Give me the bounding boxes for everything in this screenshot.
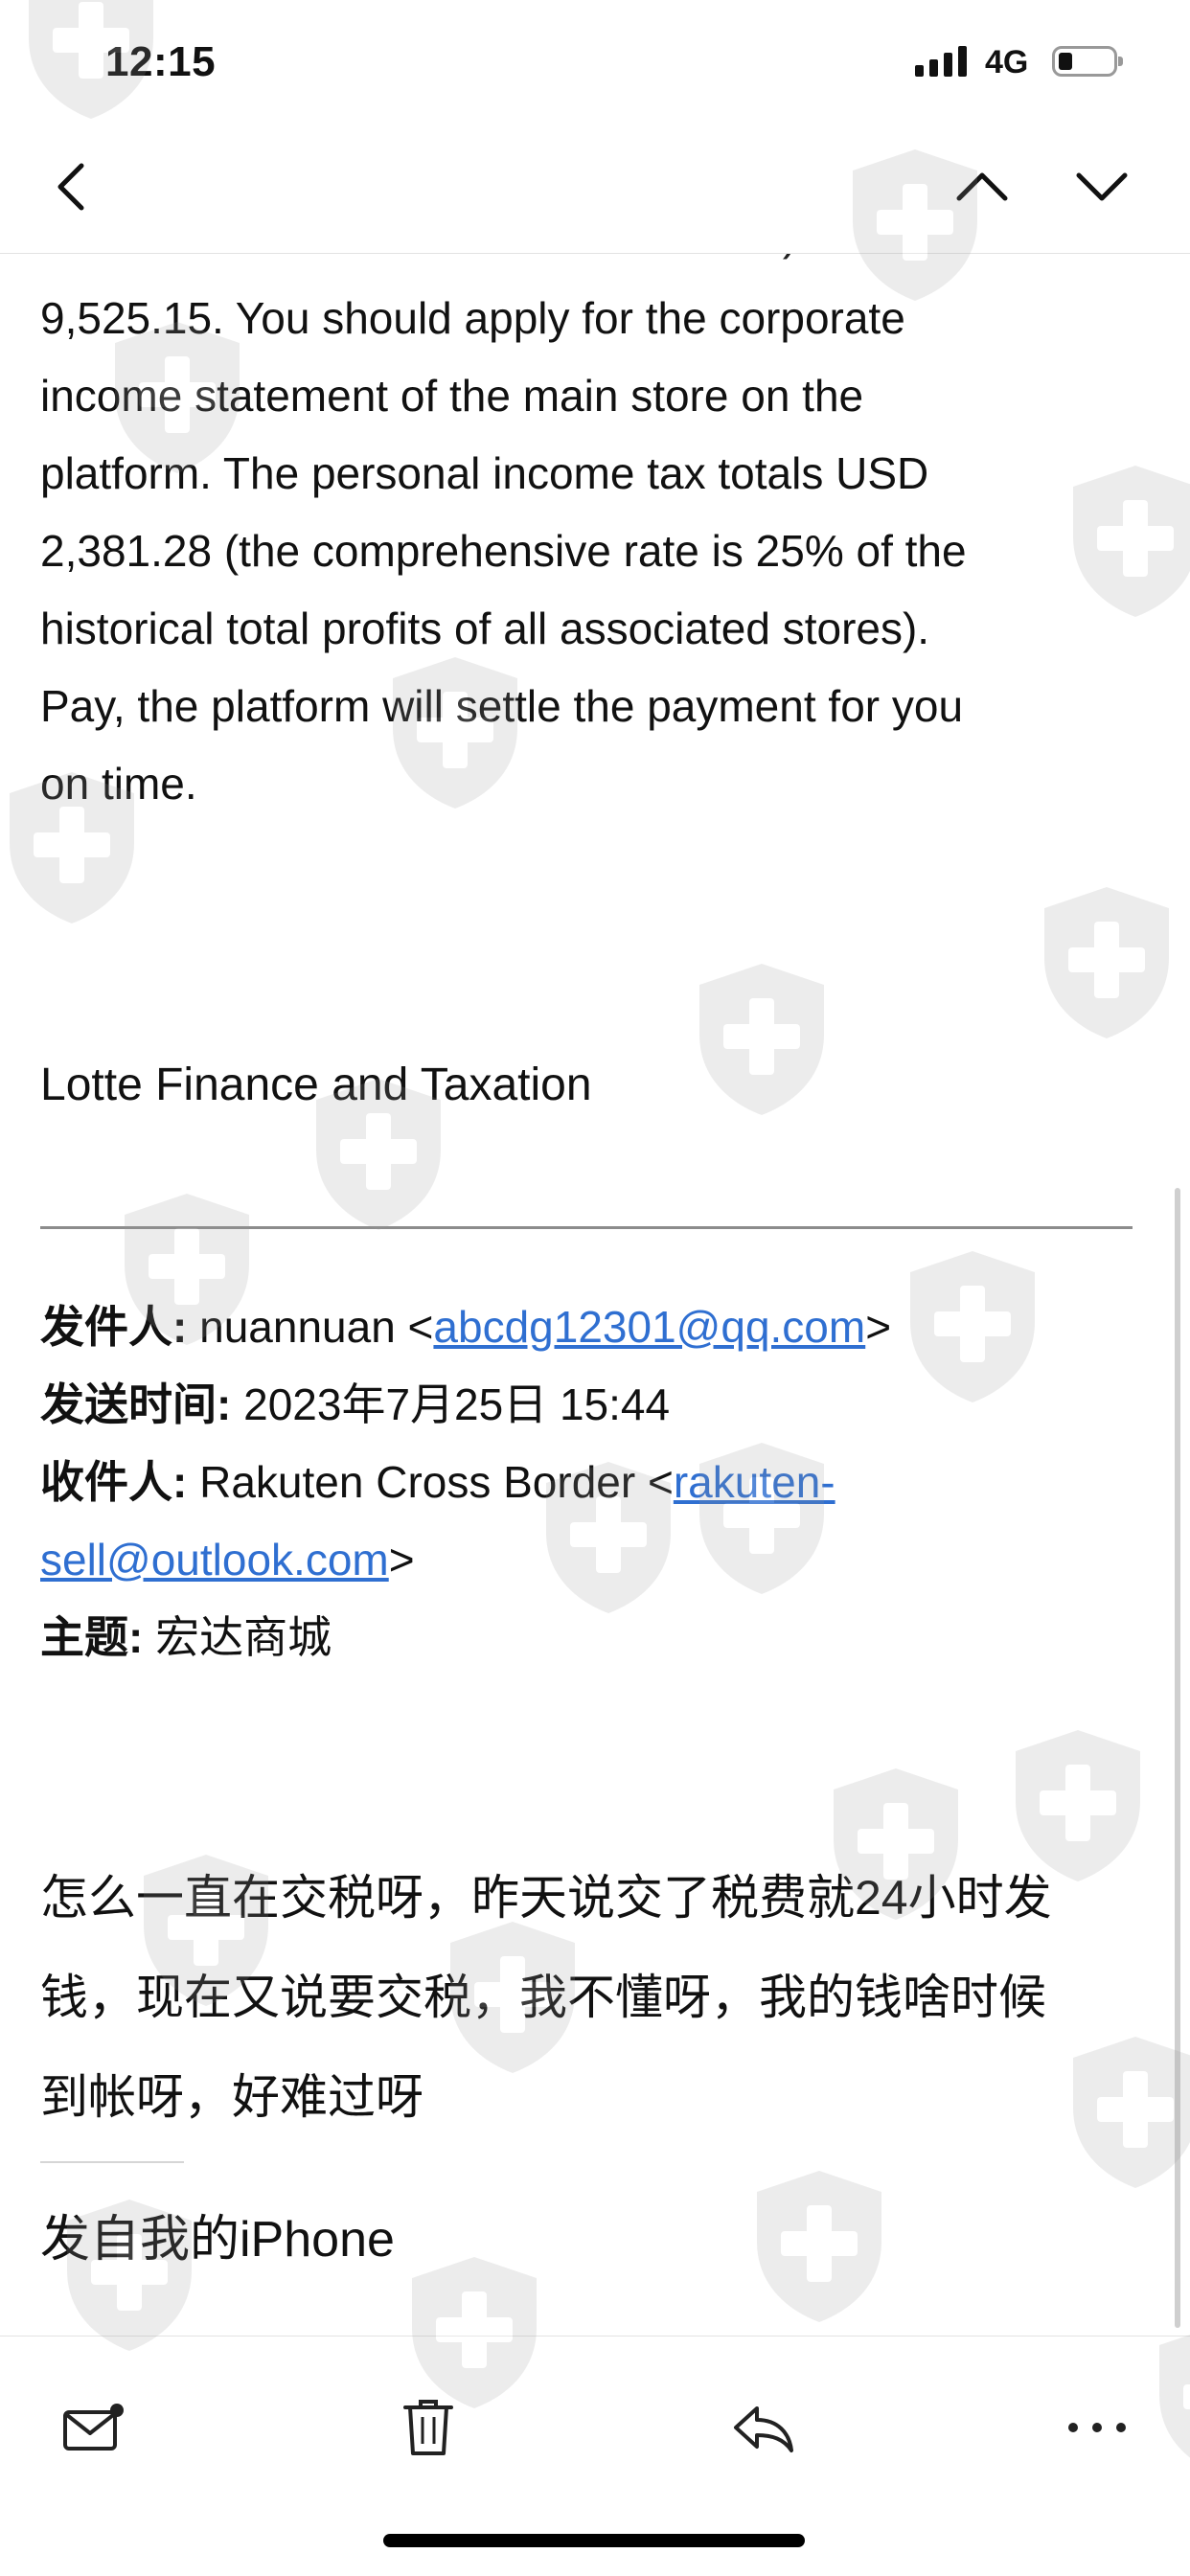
email-body-line: Pay, the platform will settle the paymen… xyxy=(40,681,964,731)
sent-value: 2023年7月25日 15:44 xyxy=(243,1379,671,1429)
to-email-link-cont[interactable]: sell@outlook.com xyxy=(40,1535,389,1584)
email-body-line: 9,525.15. You should apply for the corpo… xyxy=(40,293,905,343)
shield-cross-icon xyxy=(690,958,834,1121)
network-type: 4G xyxy=(985,44,1029,80)
reply-body-line: 怎么一直在交税呀，昨天说交了税费就24小时发 xyxy=(40,1871,1052,1925)
from-label: 发件人: xyxy=(40,1302,188,1352)
envelope-dot-icon[interactable] xyxy=(50,2384,136,2471)
shield-cross-icon xyxy=(901,1245,1044,1408)
email-body-line: income statement of the main store on th… xyxy=(40,371,864,421)
email-signature: Lotte Finance and Taxation xyxy=(40,1060,592,1110)
email-body-line: 2,381.28 (the comprehensive rate is 25% … xyxy=(40,526,967,576)
signature-divider xyxy=(40,2161,184,2163)
quoted-from: 发件人: nuannuan <abcdg12301@qq.com> xyxy=(40,1288,891,1366)
shield-cross-icon xyxy=(747,2165,891,2328)
signal-icon xyxy=(915,46,967,77)
sent-label: 发送时间: xyxy=(40,1379,232,1429)
to-label: 收件人: xyxy=(40,1457,188,1507)
from-name: nuannuan < xyxy=(199,1302,434,1352)
reply-icon[interactable] xyxy=(721,2384,807,2471)
to-email-link[interactable]: rakuten- xyxy=(674,1457,835,1507)
shield-cross-icon xyxy=(1035,881,1179,1044)
status-bar: 12:15 4G xyxy=(0,0,1190,125)
chevron-up-icon[interactable] xyxy=(949,153,1016,220)
reply-body-line: 钱，现在又说要交税，我不懂呀，我的钱啥时候 xyxy=(40,1971,1046,2024)
mail-nav-bar xyxy=(0,125,1190,254)
status-time: 12:15 xyxy=(105,38,217,85)
quote-divider xyxy=(40,1226,1133,1229)
ellipsis-icon[interactable] xyxy=(1054,2384,1140,2471)
quoted-subject: 主题: 宏达商城 xyxy=(40,1599,332,1676)
reply-body: 怎么一直在交税呀，昨天说交了税费就24小时发 钱，现在又说要交税，我不懂呀，我的… xyxy=(40,1848,1161,2147)
email-body-line: platform. The personal income tax totals… xyxy=(40,448,929,498)
chevron-down-icon[interactable] xyxy=(1068,153,1135,220)
subject-value: 宏达商城 xyxy=(155,1612,332,1662)
subject-label: 主题: xyxy=(40,1612,144,1662)
chevron-left-icon[interactable] xyxy=(38,153,105,220)
email-body-line: on time. xyxy=(40,759,197,809)
battery-icon xyxy=(1052,46,1123,77)
quoted-to: 收件人: Rakuten Cross Border <rakuten- xyxy=(40,1444,835,1521)
quoted-sent-time: 发送时间: 2023年7月25日 15:44 xyxy=(40,1366,670,1444)
sent-from: 发自我的iPhone xyxy=(40,2212,395,2268)
to-close: > xyxy=(388,1535,415,1584)
quoted-to-cont: sell@outlook.com> xyxy=(40,1521,415,1599)
reply-body-line: 到帐呀，好难过呀 xyxy=(40,2070,423,2124)
to-name: Rakuten Cross Border < xyxy=(199,1457,674,1507)
scrollbar[interactable] xyxy=(1175,1188,1180,2328)
email-body-line: historical total profits of all associat… xyxy=(40,604,930,653)
home-indicator xyxy=(383,2534,805,2547)
from-close: > xyxy=(865,1302,892,1352)
from-email-link[interactable]: abcdg12301@qq.com xyxy=(433,1302,865,1352)
trash-icon[interactable] xyxy=(385,2384,471,2471)
